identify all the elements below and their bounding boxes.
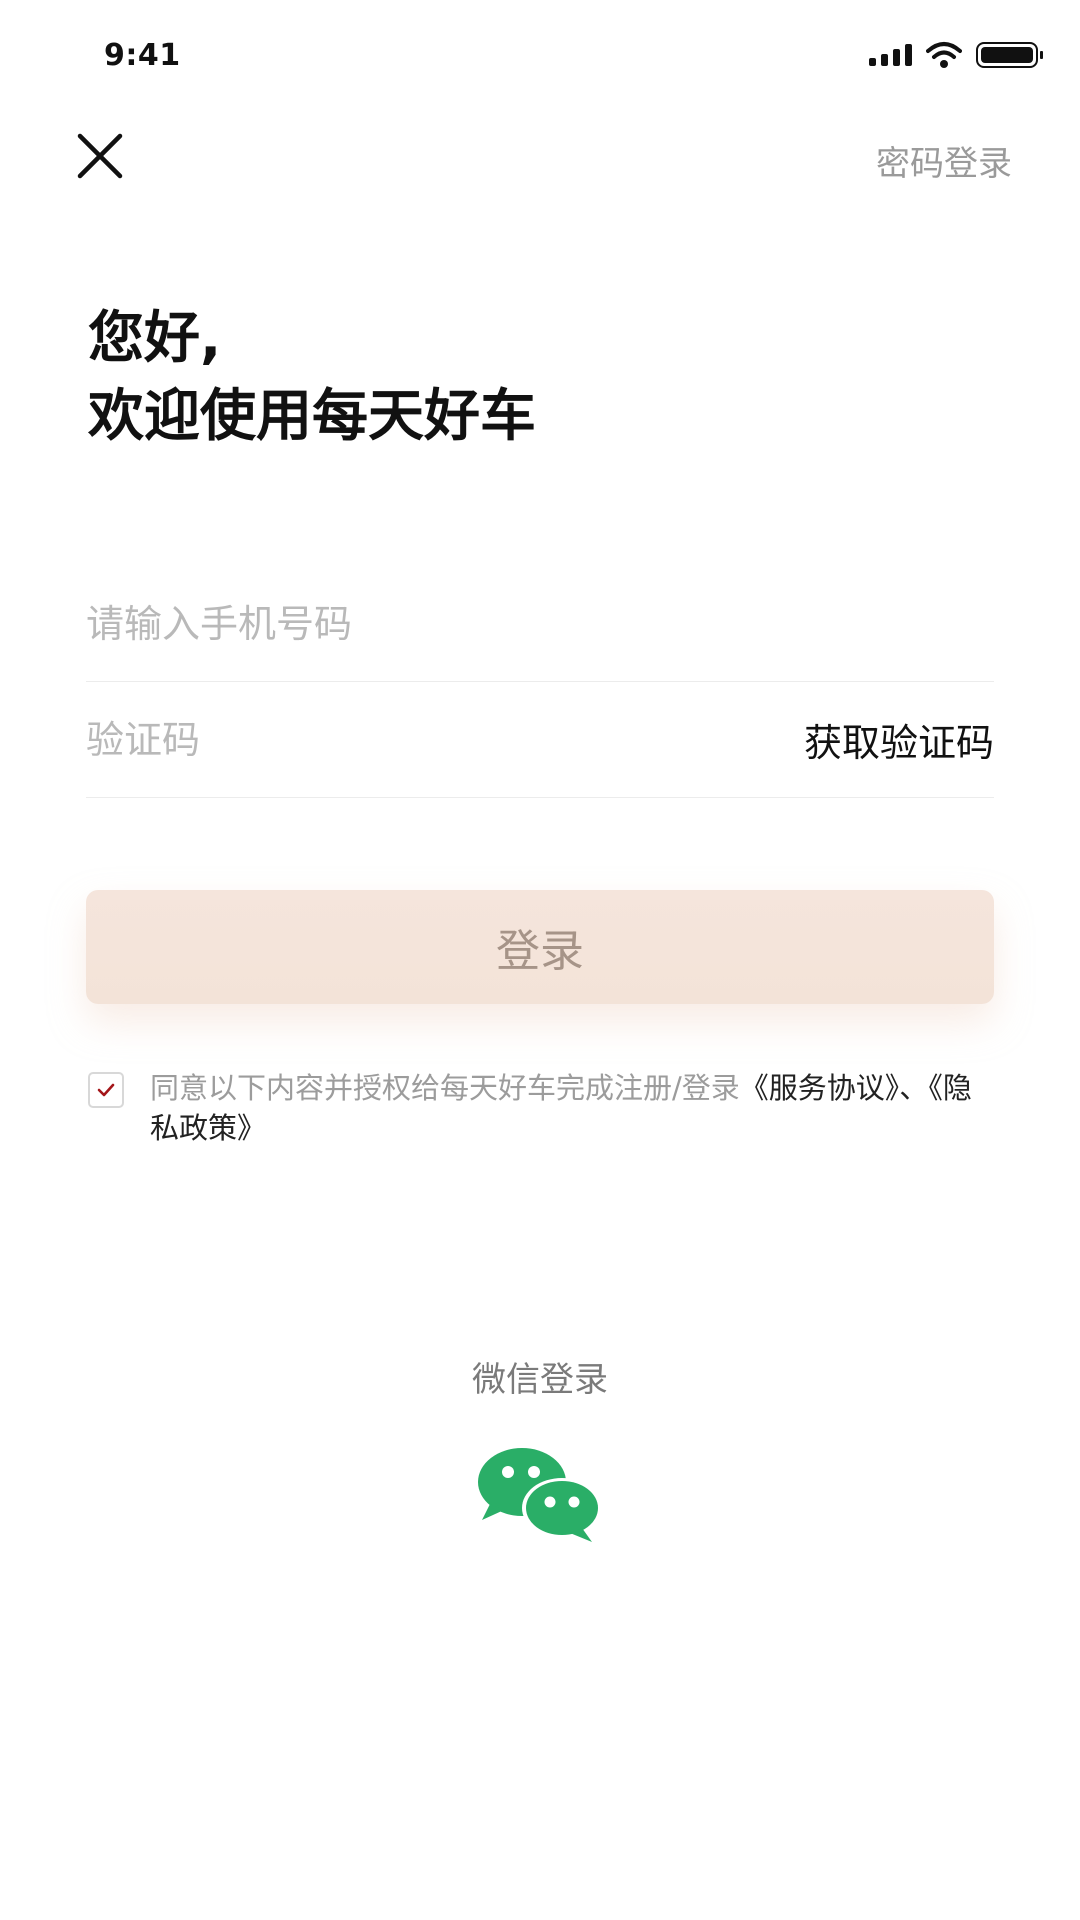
battery-icon <box>976 42 1043 68</box>
close-button[interactable] <box>68 124 132 188</box>
status-icons <box>869 38 1043 72</box>
greeting-line-1: 您好, <box>88 306 222 371</box>
login-button[interactable]: 登录 <box>86 890 994 1004</box>
status-bar: 9:41 <box>0 0 1080 110</box>
agreement-main-text: 同意以下内容并授权给每天好车完成注册/登录 <box>150 1071 740 1105</box>
greeting: 您好, 欢迎使用每天好车 <box>88 300 536 456</box>
wechat-icon <box>478 1448 602 1542</box>
wifi-icon <box>926 42 962 68</box>
verification-code-input[interactable] <box>86 717 804 762</box>
agreement-text: 同意以下内容并授权给每天好车完成注册/登录《服务协议》、《隐私政策》 <box>150 1068 996 1148</box>
agreement: 同意以下内容并授权给每天好车完成注册/登录《服务协议》、《隐私政策》 <box>88 1068 996 1148</box>
password-login-link[interactable]: 密码登录 <box>876 136 1012 185</box>
phone-field-row <box>86 566 994 682</box>
agreement-checkbox[interactable] <box>88 1072 124 1108</box>
wechat-login-button[interactable] <box>474 1444 604 1544</box>
phone-input[interactable] <box>86 601 994 646</box>
agreement-separator: 、 <box>899 1071 929 1105</box>
get-code-button[interactable]: 获取验证码 <box>804 712 994 767</box>
greeting-line-2: 欢迎使用每天好车 <box>88 384 536 449</box>
wechat-login-label: 微信登录 <box>472 1360 608 1400</box>
code-field-row: 获取验证码 <box>86 682 994 798</box>
service-agreement-link[interactable]: 《服务协议》 <box>740 1071 900 1105</box>
status-time: 9:41 <box>104 38 181 73</box>
checkmark-icon <box>97 1083 115 1097</box>
close-icon <box>77 133 123 179</box>
signal-icon <box>869 44 912 66</box>
